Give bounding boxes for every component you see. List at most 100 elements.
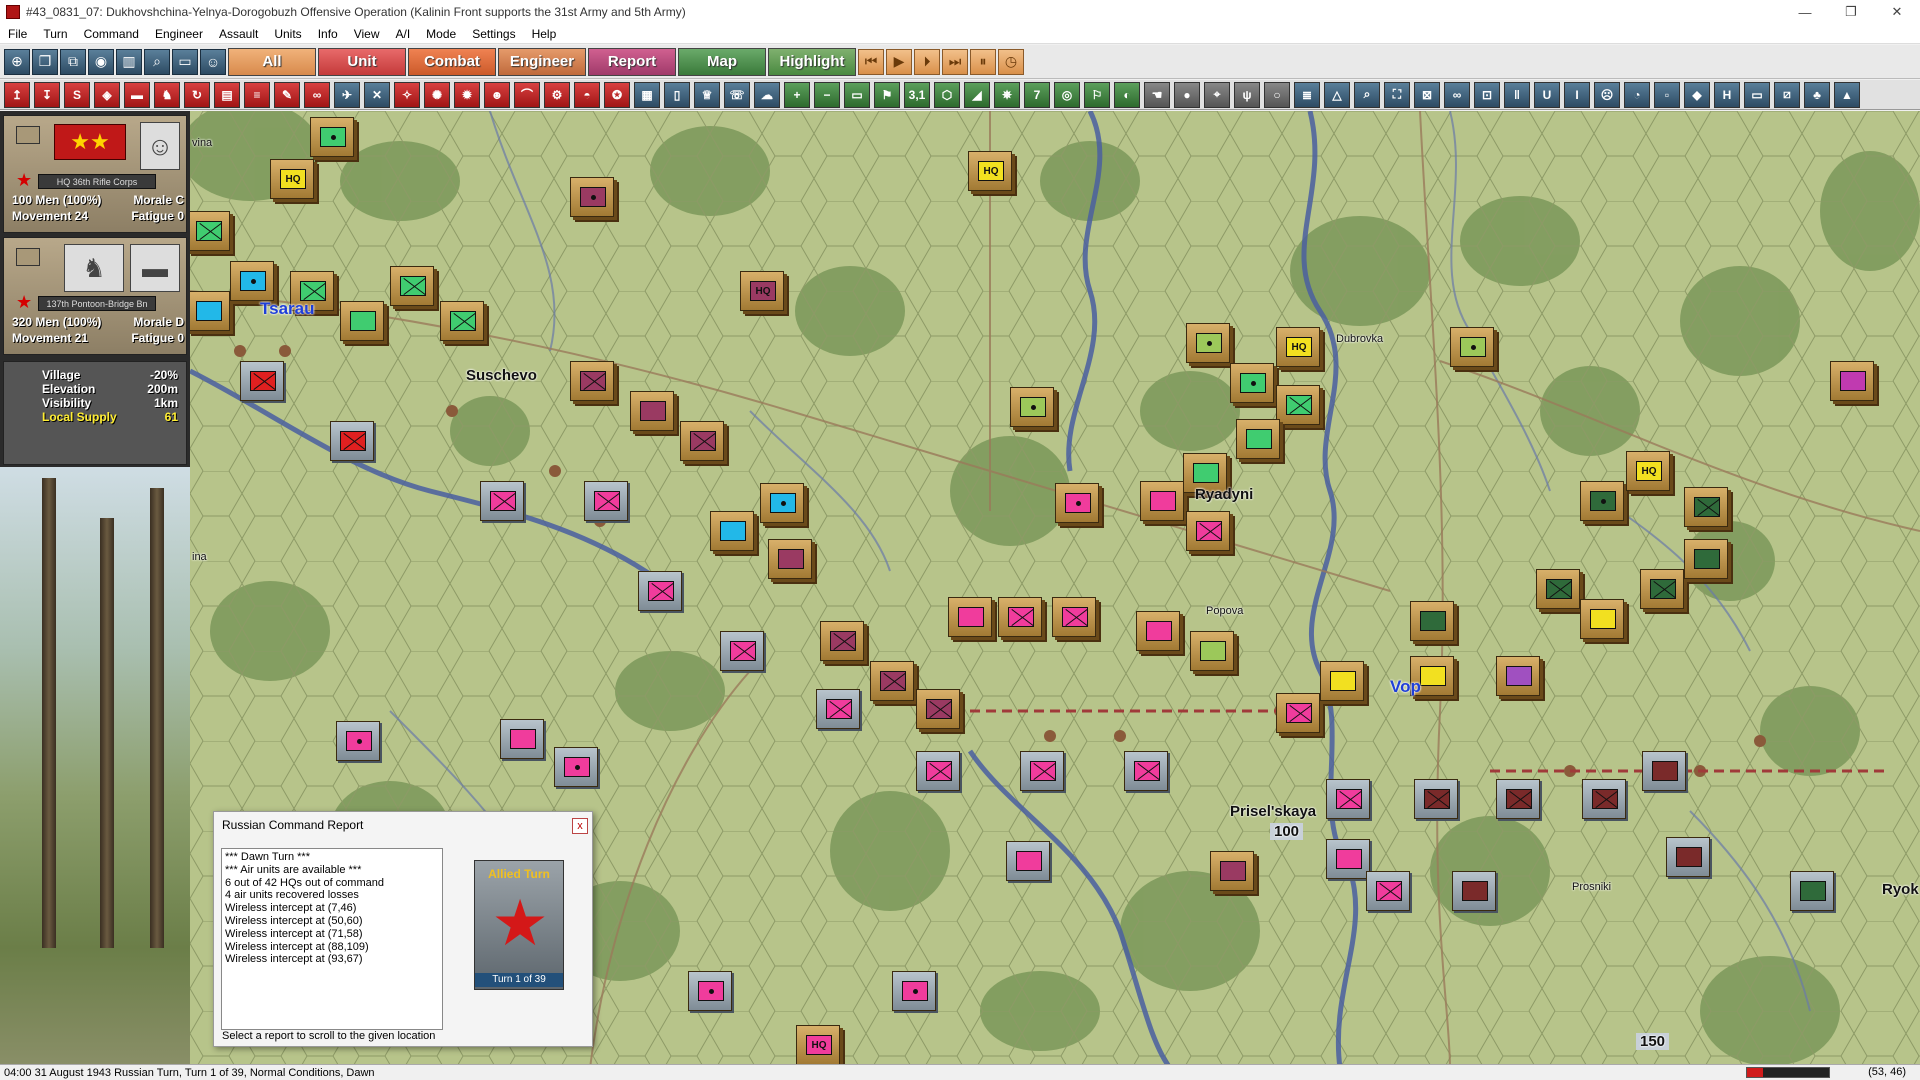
- tab-all[interactable]: All: [228, 47, 316, 76]
- unit-card-pontoon[interactable]: ♞ ▬ ★ 137th Pontoon-Bridge Bn 320 Men (1…: [3, 237, 187, 355]
- unit-counter[interactable]: [1010, 387, 1054, 427]
- rotate-icon[interactable]: ↻: [184, 81, 210, 108]
- portrait-icon[interactable]: ☺: [200, 48, 226, 75]
- unit-counter[interactable]: [1124, 751, 1168, 791]
- gear-icon[interactable]: ⚙: [544, 81, 570, 108]
- unit-counter[interactable]: [1052, 597, 1096, 637]
- unit-counter[interactable]: [1410, 601, 1454, 641]
- compass-icon[interactable]: ✵: [994, 81, 1020, 108]
- columns-icon[interactable]: ‖: [1504, 81, 1530, 108]
- unit-counter[interactable]: [1580, 481, 1624, 521]
- helmet-icon[interactable]: ◓: [574, 81, 600, 108]
- terrain-icon[interactable]: ◢: [964, 81, 990, 108]
- i-icon[interactable]: I: [1564, 81, 1590, 108]
- unit-counter[interactable]: [230, 261, 274, 301]
- report-line[interactable]: Wireless intercept at (50,60): [225, 915, 439, 928]
- report-line[interactable]: 4 air units recovered losses: [225, 889, 439, 902]
- unit-counter[interactable]: [390, 266, 434, 306]
- antenna-icon[interactable]: ψ: [1234, 81, 1260, 108]
- unit-counter[interactable]: [1136, 611, 1180, 651]
- book-icon[interactable]: ▯: [664, 81, 690, 108]
- unit-counter[interactable]: [680, 421, 724, 461]
- menu-info[interactable]: Info: [310, 27, 346, 41]
- lock-icon[interactable]: ⊡: [1474, 81, 1500, 108]
- hq-counter[interactable]: HQ: [796, 1025, 840, 1065]
- phone-icon[interactable]: ☏: [724, 81, 750, 108]
- unit-counter[interactable]: [710, 511, 754, 551]
- tank-icon[interactable]: ▬: [124, 81, 150, 108]
- unit-counter[interactable]: [1320, 661, 1364, 701]
- rewind-icon[interactable]: ⏮: [858, 48, 884, 75]
- building-icon[interactable]: ▦: [634, 81, 660, 108]
- menu-units[interactable]: Units: [266, 27, 309, 41]
- trophy-icon[interactable]: ♕: [694, 81, 720, 108]
- unit-counter[interactable]: [1276, 385, 1320, 425]
- unit-counter[interactable]: [570, 361, 614, 401]
- unit-counter[interactable]: [1186, 511, 1230, 551]
- menu-help[interactable]: Help: [524, 27, 565, 41]
- unit-counter[interactable]: [500, 719, 544, 759]
- report-line[interactable]: Wireless intercept at (7,46): [225, 902, 439, 915]
- unit-counter[interactable]: [820, 621, 864, 661]
- s-icon[interactable]: S: [64, 81, 90, 108]
- enemy-counter[interactable]: [1666, 837, 1710, 877]
- unit-counter[interactable]: [1236, 419, 1280, 459]
- down-diamond-icon[interactable]: ◆: [1684, 81, 1710, 108]
- report-line[interactable]: Wireless intercept at (71,58): [225, 928, 439, 941]
- unit-counter[interactable]: [1580, 599, 1624, 639]
- unit-counter[interactable]: [760, 483, 804, 523]
- unit-counter[interactable]: [948, 597, 992, 637]
- monitor-icon[interactable]: ▭: [844, 81, 870, 108]
- wrench-icon[interactable]: ✎: [274, 81, 300, 108]
- report-line[interactable]: 6 out of 42 HQs out of command: [225, 877, 439, 890]
- unit-counter[interactable]: [1186, 323, 1230, 363]
- minimize-button[interactable]: —: [1782, 0, 1828, 24]
- flag-icon[interactable]: ⚐: [1084, 81, 1110, 108]
- menu-settings[interactable]: Settings: [464, 27, 523, 41]
- unit-counter[interactable]: [1684, 487, 1728, 527]
- unit-counter[interactable]: [1055, 483, 1099, 523]
- report-line[interactable]: Wireless intercept at (88,109): [225, 941, 439, 954]
- unit-counter[interactable]: [1366, 871, 1410, 911]
- smile-icon[interactable]: ☻: [484, 81, 510, 108]
- menu-mode[interactable]: Mode: [418, 27, 464, 41]
- unit-counter[interactable]: [190, 291, 230, 331]
- seven-label[interactable]: 7: [1024, 81, 1050, 108]
- hex-icon[interactable]: ⬡: [934, 81, 960, 108]
- pie-icon[interactable]: ◔: [1624, 81, 1650, 108]
- unit-counter[interactable]: [1790, 871, 1834, 911]
- signpost-icon[interactable]: ⚑: [874, 81, 900, 108]
- close-button[interactable]: ✕: [1874, 0, 1920, 24]
- magnifier-icon[interactable]: ⌕: [1354, 81, 1380, 108]
- tab-highlight[interactable]: Highlight: [768, 47, 856, 76]
- screen-icon[interactable]: ▭: [172, 48, 198, 75]
- contrast-icon[interactable]: ◐: [1114, 81, 1140, 108]
- menu-turn[interactable]: Turn: [35, 27, 75, 41]
- box-x-icon[interactable]: ⊠: [1414, 81, 1440, 108]
- hq-counter[interactable]: HQ: [740, 271, 784, 311]
- slash-box-icon[interactable]: ⧄: [1774, 81, 1800, 108]
- unit-counter[interactable]: [720, 631, 764, 671]
- unit-counter[interactable]: [340, 301, 384, 341]
- unit-counter[interactable]: [310, 117, 354, 157]
- unit-counter[interactable]: [440, 301, 484, 341]
- small-box-icon[interactable]: ▫: [1654, 81, 1680, 108]
- clock-icon[interactable]: ◷: [998, 48, 1024, 75]
- unit-counter[interactable]: [638, 571, 682, 611]
- cloud-icon[interactable]: ☁: [754, 81, 780, 108]
- unit-counter[interactable]: [480, 481, 524, 521]
- crosshair-icon[interactable]: ⌖: [1204, 81, 1230, 108]
- triangle-icon[interactable]: ▲: [1834, 81, 1860, 108]
- hq-counter[interactable]: HQ: [1276, 327, 1320, 367]
- frame-icon[interactable]: ⛶: [1384, 81, 1410, 108]
- up-arrow-icon[interactable]: ↥: [4, 81, 30, 108]
- report-list[interactable]: *** Dawn Turn *** *** Air units are avai…: [221, 848, 443, 1030]
- unit-counter[interactable]: [554, 747, 598, 787]
- maximize-button[interactable]: ❐: [1828, 0, 1874, 24]
- layers-icon[interactable]: ⧉: [60, 48, 86, 75]
- target-icon[interactable]: ⊕: [4, 48, 30, 75]
- enemy-counter[interactable]: [1414, 779, 1458, 819]
- zoom-in-icon[interactable]: +: [784, 81, 810, 108]
- stack-icon[interactable]: ≣: [1294, 81, 1320, 108]
- enemy-counter[interactable]: [330, 421, 374, 461]
